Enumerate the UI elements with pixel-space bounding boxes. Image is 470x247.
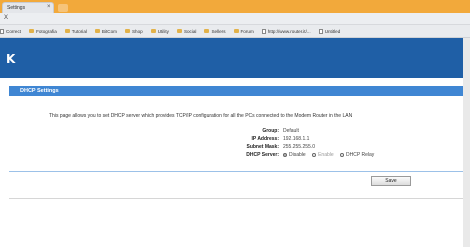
bookmark-item[interactable]: Forum bbox=[233, 28, 254, 34]
save-button[interactable]: Save bbox=[371, 176, 411, 186]
folder-icon bbox=[150, 29, 156, 33]
browser-tab[interactable]: Settings × bbox=[2, 2, 54, 13]
bookmarks-bar: Correct Fotografia Tutorial BitCom Shop … bbox=[0, 25, 470, 38]
radio-icon[interactable] bbox=[340, 152, 345, 157]
bookmark-label: Fotografia bbox=[36, 28, 57, 34]
router-header: K bbox=[0, 38, 463, 78]
browser-tab-bar: Settings × bbox=[0, 0, 470, 13]
folder-icon bbox=[29, 29, 35, 33]
ip-address-label: IP Address: bbox=[251, 136, 279, 142]
bookmark-item[interactable]: Correct bbox=[0, 28, 22, 34]
divider bbox=[9, 198, 463, 199]
bookmark-item[interactable]: Shop bbox=[124, 28, 143, 34]
bookmark-item[interactable]: Social bbox=[176, 28, 197, 34]
close-icon[interactable]: × bbox=[47, 4, 51, 10]
bookmark-item[interactable]: http://www.router.it/... bbox=[261, 28, 311, 34]
dhcp-option-label: DHCP Relay bbox=[346, 152, 375, 158]
bookmark-label: http://www.router.it/... bbox=[267, 28, 311, 34]
ip-address-value: 192.168.1.1 bbox=[283, 136, 310, 142]
group-label-cell: Group: bbox=[9, 128, 279, 136]
folder-icon bbox=[124, 29, 130, 33]
subnet-mask-value: 255.255.255.0 bbox=[283, 144, 315, 150]
page-title: DHCP Settings bbox=[20, 88, 59, 94]
section-header: DHCP Settings bbox=[9, 86, 463, 96]
folder-icon bbox=[94, 29, 100, 33]
ip-label-cell: IP Address: bbox=[9, 136, 279, 144]
dhcp-option-disable[interactable]: Disable bbox=[283, 152, 306, 158]
address-bar[interactable]: X bbox=[0, 13, 470, 25]
group-value: Default bbox=[283, 128, 299, 134]
bookmark-label: Forum bbox=[240, 28, 254, 34]
bookmark-item[interactable]: Sellers bbox=[204, 28, 226, 34]
dhcp-server-label: DHCP Server: bbox=[246, 152, 279, 158]
dhcp-option-relay[interactable]: DHCP Relay bbox=[340, 152, 374, 158]
logo: K bbox=[6, 52, 16, 66]
bookmark-item[interactable]: Tutorial bbox=[64, 28, 87, 34]
dhcp-options: Disable Enable DHCP Relay bbox=[283, 152, 463, 160]
page-icon bbox=[0, 28, 4, 34]
page-icon bbox=[261, 28, 266, 34]
divider bbox=[9, 171, 463, 172]
dhcp-option-label: Disable bbox=[289, 152, 306, 158]
dhcp-radio-group: Disable Enable DHCP Relay bbox=[283, 152, 379, 158]
folder-icon bbox=[233, 29, 239, 33]
bookmark-item[interactable]: Fotografia bbox=[29, 29, 57, 34]
bookmark-label: BitCom bbox=[101, 28, 117, 34]
page-icon bbox=[318, 28, 323, 34]
mask-label-cell: Subnet Mask: bbox=[9, 144, 279, 152]
bookmark-label: Shop bbox=[131, 28, 143, 34]
folder-icon bbox=[204, 29, 210, 33]
bookmark-label: Sellers bbox=[211, 28, 226, 34]
group-value-cell: Default bbox=[283, 128, 383, 136]
subnet-mask-label: Subnet Mask: bbox=[246, 144, 279, 150]
group-label: Group: bbox=[262, 128, 279, 134]
bookmark-label: Tutorial bbox=[71, 28, 87, 34]
dhcp-label-cell: DHCP Server: bbox=[9, 152, 279, 160]
bookmark-label: Untitled bbox=[324, 28, 341, 34]
bookmark-label: Utility bbox=[157, 28, 169, 34]
mask-value-cell: 255.255.255.0 bbox=[283, 144, 383, 152]
bookmark-item[interactable]: Untitled bbox=[318, 28, 341, 34]
bookmark-label: Correct bbox=[6, 28, 22, 34]
folder-icon bbox=[176, 29, 182, 33]
radio-selected-icon[interactable] bbox=[283, 152, 287, 157]
ip-value-cell: 192.168.1.1 bbox=[283, 136, 383, 144]
tab-label: Settings bbox=[7, 5, 26, 11]
new-tab-button[interactable] bbox=[58, 4, 68, 12]
folder-icon bbox=[64, 29, 70, 33]
address-text: X bbox=[4, 15, 9, 21]
scrollbar[interactable] bbox=[463, 38, 470, 247]
dhcp-option-label: Enable bbox=[318, 152, 334, 158]
bookmark-item[interactable]: Utility bbox=[150, 28, 169, 34]
dhcp-option-enable[interactable]: Enable bbox=[312, 152, 334, 158]
main-content: DHCP Settings This page allows you to se… bbox=[9, 86, 463, 246]
bookmark-label: Social bbox=[183, 28, 197, 34]
bookmark-item[interactable]: BitCom bbox=[94, 28, 117, 34]
page-description: This page allows you to set DHCP server … bbox=[49, 113, 353, 119]
radio-icon[interactable] bbox=[312, 152, 317, 157]
